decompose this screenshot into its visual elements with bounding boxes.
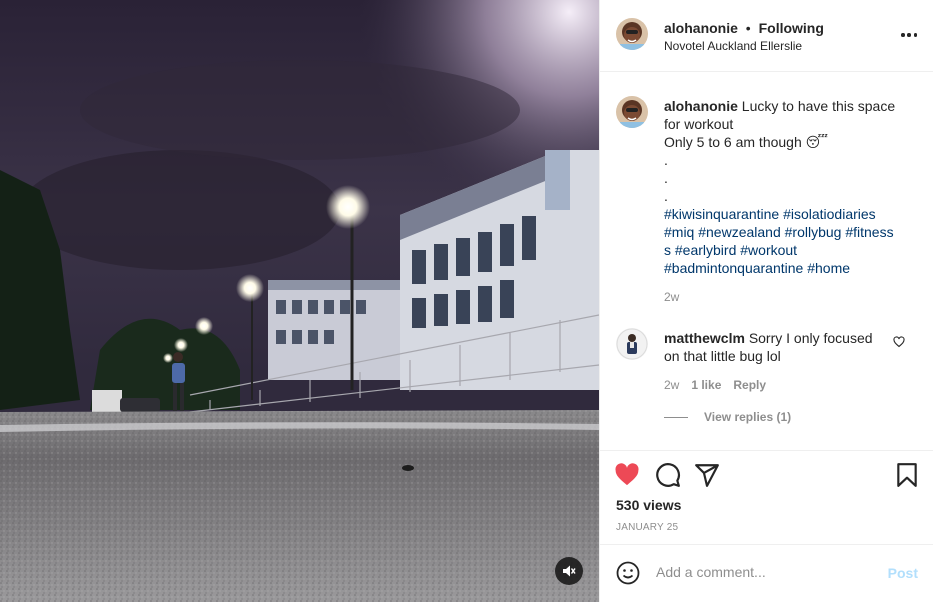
comment-likes-count[interactable]: 1 like	[691, 378, 721, 392]
views-count[interactable]: 530 views	[616, 497, 681, 513]
caption-timestamp[interactable]: 2w	[664, 290, 679, 304]
post-video[interactable]	[0, 0, 599, 602]
author-avatar[interactable]	[616, 18, 648, 50]
post-location[interactable]: Novotel Auckland Ellerslie	[664, 39, 802, 53]
volume-muted-icon	[563, 565, 576, 577]
bookmark-icon[interactable]	[894, 462, 920, 488]
replies-divider	[664, 416, 688, 418]
post-date[interactable]: JANUARY 25	[616, 522, 678, 533]
more-options-icon[interactable]	[901, 27, 917, 43]
emoji-icon[interactable]	[616, 561, 640, 585]
following-button[interactable]: Following	[759, 20, 824, 36]
reply-button[interactable]: Reply	[733, 378, 766, 392]
hashtag-line[interactable]: s #earlybird #workout	[664, 241, 904, 259]
post-comment-button[interactable]: Post	[888, 565, 918, 581]
comment-icon[interactable]	[655, 462, 681, 488]
avatar-image	[616, 18, 648, 50]
caption-line: for workout	[664, 116, 734, 132]
avatar-image	[616, 328, 648, 360]
caption-line: Lucky to have this space	[741, 98, 896, 114]
hashtag-line[interactable]: #badmintonquarantine #home	[664, 259, 904, 277]
comments-list: alohanonie Lucky to have this space for …	[600, 72, 933, 450]
comment-text: matthewclm Sorry I only focused on that …	[664, 329, 884, 365]
comment-body-line1: Sorry I only focused	[748, 330, 873, 346]
caption-line: .	[664, 152, 668, 168]
comment-like-heart-icon[interactable]	[893, 336, 905, 348]
caption-line: .	[664, 188, 668, 204]
share-icon[interactable]	[694, 462, 720, 488]
comment-body-line2: on that little bug lol	[664, 348, 781, 364]
caption-first-line: alohanonie Lucky to have this space	[664, 97, 904, 115]
separator-dot: •	[745, 20, 751, 36]
post-dialog: alohanonie • Following Novotel Auckland …	[0, 0, 933, 602]
caption-username[interactable]: alohanonie	[664, 98, 738, 114]
view-replies-label: View replies (1)	[704, 410, 792, 424]
mute-button[interactable]	[555, 557, 583, 585]
post-header: alohanonie • Following Novotel Auckland …	[600, 0, 933, 72]
author-username[interactable]: alohanonie	[664, 20, 738, 36]
caption-avatar[interactable]	[616, 96, 648, 128]
caption-text: alohanonie Lucky to have this space for …	[664, 97, 904, 277]
add-comment-section: Post	[600, 544, 933, 602]
comment-meta: 2w 1 like Reply	[664, 378, 766, 392]
author-line: alohanonie • Following	[664, 19, 824, 37]
commenter-avatar[interactable]	[616, 328, 648, 360]
heart-icon[interactable]	[614, 462, 640, 488]
avatar-image	[616, 96, 648, 128]
view-replies-button[interactable]: View replies (1)	[664, 410, 791, 424]
hashtag-line[interactable]: #kiwisinquarantine #isolatiodiaries	[664, 205, 904, 223]
hashtag-line[interactable]: #miq #newzealand #rollybug #fitness	[664, 223, 904, 241]
comment-timestamp[interactable]: 2w	[664, 378, 679, 392]
caption-line: .	[664, 170, 668, 186]
commenter-username[interactable]: matthewclm	[664, 330, 745, 346]
caption-line: Only 5 to 6 am though 😴	[664, 134, 829, 150]
comment-input[interactable]	[656, 564, 876, 580]
video-frame	[0, 0, 599, 602]
post-side-panel: alohanonie • Following Novotel Auckland …	[599, 0, 933, 602]
post-actions: 530 views JANUARY 25	[600, 450, 933, 544]
